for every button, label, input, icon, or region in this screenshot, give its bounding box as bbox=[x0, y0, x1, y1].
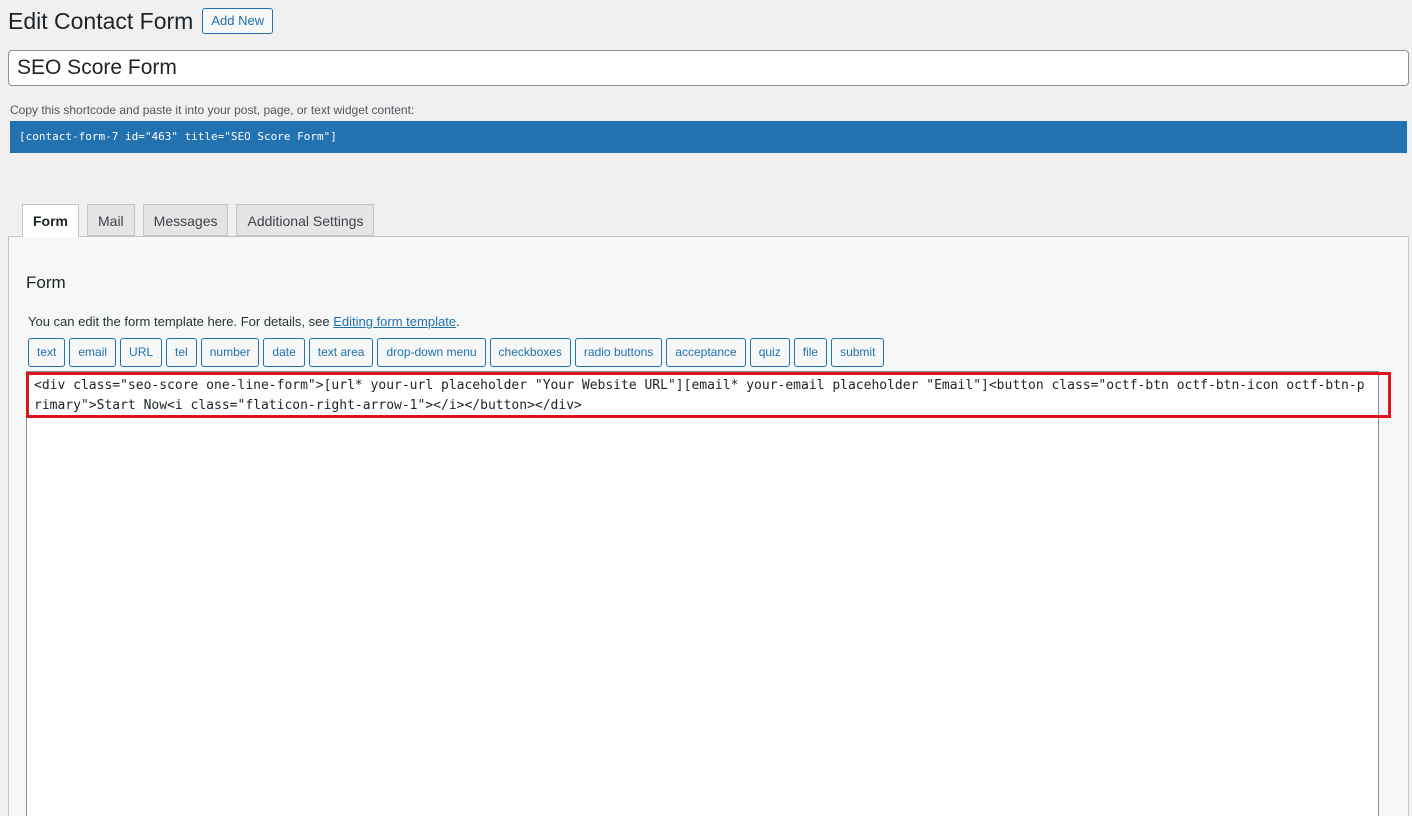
tag-button-email[interactable]: email bbox=[69, 338, 117, 367]
tag-button-textarea[interactable]: text area bbox=[308, 338, 374, 367]
tag-button-quiz[interactable]: quiz bbox=[749, 338, 790, 367]
tab-form[interactable]: Form bbox=[22, 204, 79, 237]
tag-button-acceptance[interactable]: acceptance bbox=[666, 338, 746, 367]
tag-button-url[interactable]: URL bbox=[120, 338, 163, 367]
tag-button-dropdown-menu[interactable]: drop-down menu bbox=[377, 338, 486, 367]
panel-description-suffix: . bbox=[456, 314, 460, 329]
form-panel: Form You can edit the form template here… bbox=[8, 236, 1409, 816]
shortcode-note: Copy this shortcode and paste it into yo… bbox=[10, 103, 415, 117]
tag-generator-buttons: text email URL tel number date text area… bbox=[28, 338, 888, 367]
tag-button-checkboxes[interactable]: checkboxes bbox=[489, 338, 571, 367]
tag-button-tel[interactable]: tel bbox=[166, 338, 197, 367]
add-new-button[interactable]: Add New bbox=[202, 8, 274, 34]
tab-mail[interactable]: Mail bbox=[87, 204, 135, 236]
form-template-textarea[interactable]: <div class="seo-score one-line-form">[ur… bbox=[26, 371, 1379, 816]
panel-title: Form bbox=[26, 273, 66, 292]
heading-row: Edit Contact Form Add New bbox=[8, 6, 274, 36]
page-title: Edit Contact Form bbox=[8, 8, 194, 34]
editing-form-template-link[interactable]: Editing form template bbox=[333, 314, 456, 329]
tag-button-date[interactable]: date bbox=[263, 338, 305, 367]
panel-description: You can edit the form template here. For… bbox=[28, 314, 460, 329]
tag-button-submit[interactable]: submit bbox=[831, 338, 885, 367]
tag-button-text[interactable]: text bbox=[28, 338, 66, 367]
edit-contact-form-page: Edit Contact Form Add New SEO Score Form… bbox=[0, 0, 1412, 816]
editor-tabs: Form Mail Messages Additional Settings bbox=[22, 204, 382, 237]
tab-additional-settings[interactable]: Additional Settings bbox=[236, 204, 375, 236]
tag-button-file[interactable]: file bbox=[793, 338, 828, 367]
tag-button-number[interactable]: number bbox=[200, 338, 260, 367]
tab-messages[interactable]: Messages bbox=[142, 204, 229, 236]
panel-description-text: You can edit the form template here. For… bbox=[28, 314, 334, 329]
form-title-input[interactable]: SEO Score Form bbox=[8, 50, 1409, 86]
shortcode-field[interactable]: [contact-form-7 id="463" title="SEO Scor… bbox=[10, 121, 1407, 153]
tag-button-radio-buttons[interactable]: radio buttons bbox=[574, 338, 663, 367]
